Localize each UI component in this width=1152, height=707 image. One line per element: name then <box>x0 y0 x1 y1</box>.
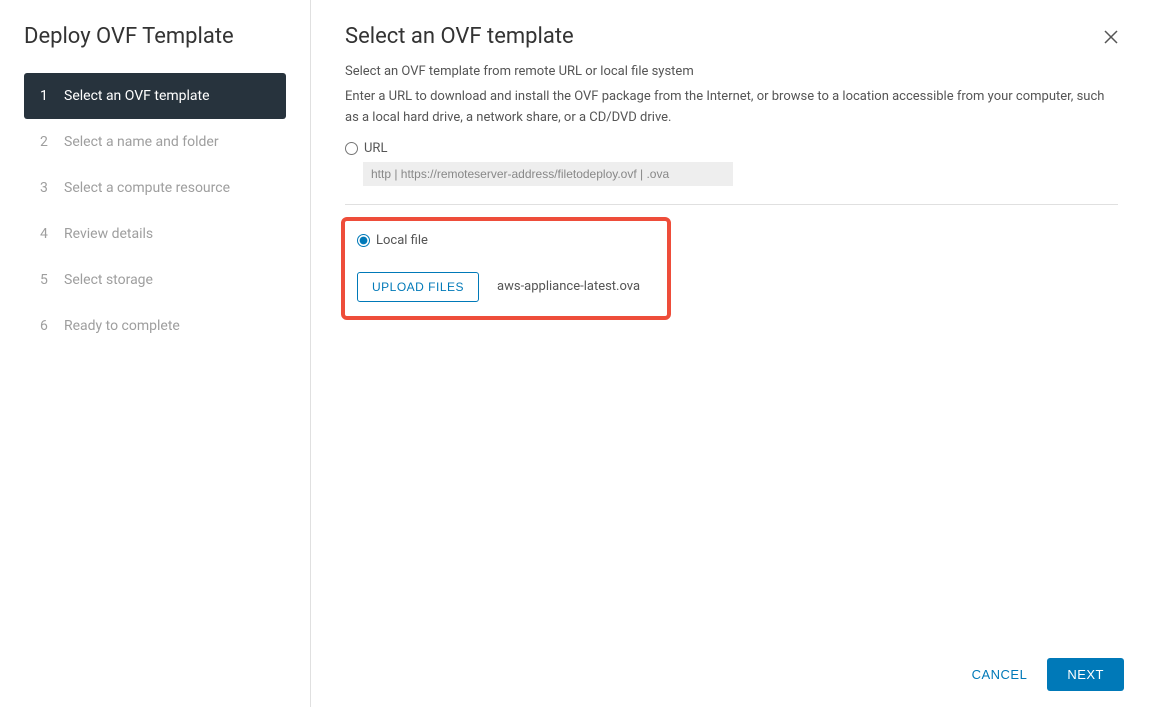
step-select-storage: 5 Select storage <box>24 257 286 303</box>
step-select-ovf-template[interactable]: 1 Select an OVF template <box>24 73 286 119</box>
step-number: 6 <box>40 318 50 334</box>
page-description: Enter a URL to download and install the … <box>345 87 1118 129</box>
radio-localfile-row[interactable]: Local file <box>357 233 655 248</box>
step-select-name-folder: 2 Select a name and folder <box>24 119 286 165</box>
step-select-compute-resource: 3 Select a compute resource <box>24 165 286 211</box>
radio-localfile[interactable] <box>357 234 370 247</box>
step-review-details: 4 Review details <box>24 211 286 257</box>
step-number: 2 <box>40 134 50 150</box>
step-label: Ready to complete <box>64 318 180 334</box>
page-subtitle: Select an OVF template from remote URL o… <box>345 64 1118 79</box>
wizard-footer: CANCEL NEXT <box>311 642 1152 707</box>
cancel-button[interactable]: CANCEL <box>972 667 1028 682</box>
step-label: Review details <box>64 226 153 242</box>
step-number: 3 <box>40 180 50 196</box>
main-header: Select an OVF template <box>311 0 1152 64</box>
step-number: 4 <box>40 226 50 242</box>
step-label: Select a compute resource <box>64 180 230 196</box>
local-file-highlight: Local file UPLOAD FILES aws-appliance-la… <box>341 217 671 320</box>
wizard-sidebar: Deploy OVF Template 1 Select an OVF temp… <box>0 0 311 707</box>
radio-url[interactable] <box>345 142 358 155</box>
url-input-wrap <box>345 162 1118 205</box>
radio-url-row[interactable]: URL <box>345 141 1118 156</box>
next-button[interactable]: NEXT <box>1047 658 1124 691</box>
close-icon[interactable] <box>1098 24 1124 54</box>
radio-url-label: URL <box>364 141 387 156</box>
step-number: 5 <box>40 272 50 288</box>
main-panel: Select an OVF template Select an OVF tem… <box>311 0 1152 707</box>
step-list: 1 Select an OVF template 2 Select a name… <box>0 73 310 349</box>
step-label: Select storage <box>64 272 153 288</box>
upload-row: UPLOAD FILES aws-appliance-latest.ova <box>357 272 655 302</box>
step-ready-complete: 6 Ready to complete <box>24 303 286 349</box>
step-label: Select a name and folder <box>64 134 219 150</box>
wizard-title: Deploy OVF Template <box>0 24 310 73</box>
url-input <box>363 162 733 186</box>
radio-localfile-label: Local file <box>376 233 428 248</box>
step-number: 1 <box>40 88 50 104</box>
main-body: Select an OVF template from remote URL o… <box>311 64 1152 642</box>
selected-filename: aws-appliance-latest.ova <box>497 279 640 294</box>
upload-files-button[interactable]: UPLOAD FILES <box>357 272 479 302</box>
step-label: Select an OVF template <box>64 88 210 104</box>
page-title: Select an OVF template <box>345 24 574 49</box>
